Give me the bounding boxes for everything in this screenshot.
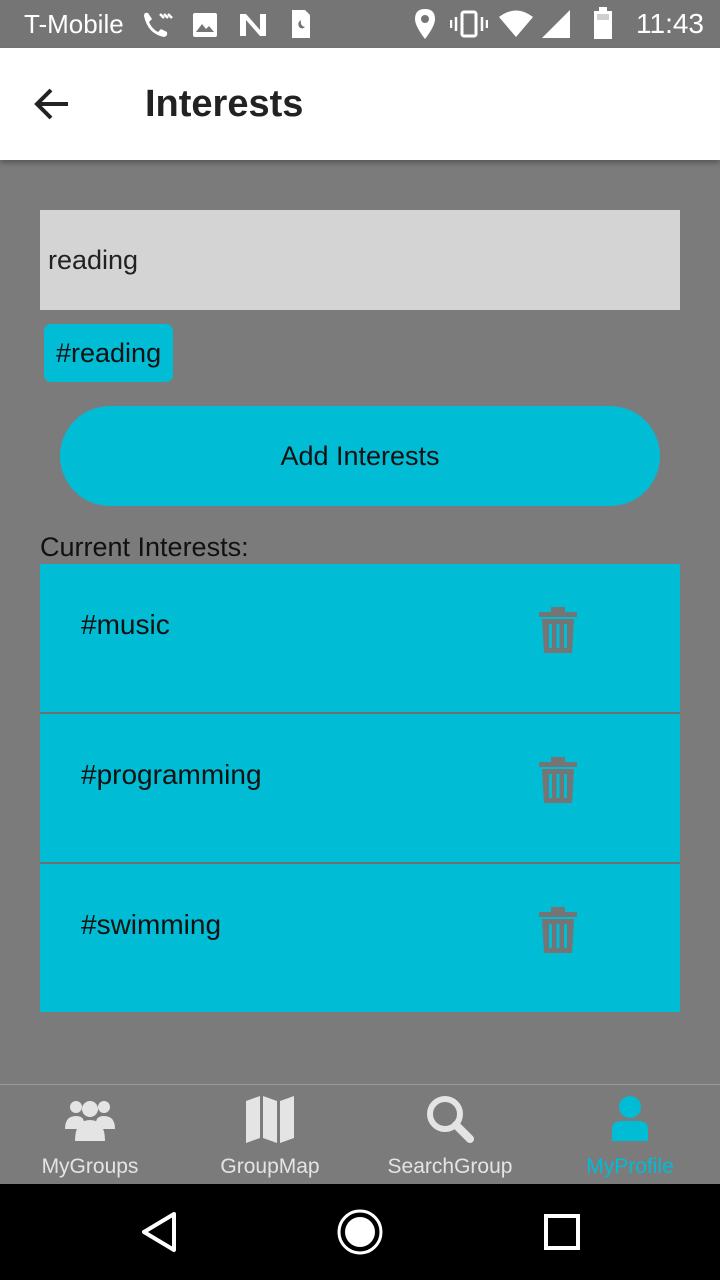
vibrate-icon [450,10,488,38]
search-icon [427,1096,474,1143]
clock: 11:43 [636,8,704,39]
interest-label: #music [81,609,170,640]
nav-label: MyGroups [41,1155,139,1178]
page-title: Interests [145,83,304,125]
nav-item-searchgroup[interactable]: SearchGroup [360,1085,540,1185]
interest-list: #music #programming #swimming [40,564,680,1012]
interest-input[interactable] [40,210,680,310]
n-notification-icon [240,14,266,36]
app-bar: Interests [0,48,720,160]
trash-icon[interactable] [536,906,580,954]
location-icon [415,9,435,39]
recents-square-icon[interactable] [540,1210,584,1254]
interest-row-programming: #programming [40,714,680,864]
nav-label: GroupMap [220,1155,320,1178]
status-bar: T-Mobile 11:43 [0,0,720,48]
nav-item-mygroups[interactable]: MyGroups [0,1085,180,1185]
nav-item-myprofile[interactable]: MyProfile [540,1085,720,1185]
interest-label: #programming [81,759,262,790]
interest-row-swimming: #swimming [40,864,680,1012]
bottom-nav: MyGroups GroupMap SearchGroup MyProfile [0,1084,720,1185]
interest-row-music: #music [40,564,680,714]
back-triangle-icon[interactable] [138,1210,182,1254]
carrier-name: T-Mobile [24,9,124,39]
signal-icon [542,10,570,38]
system-nav-bar [0,1184,720,1280]
battery-icon [594,7,612,39]
add-interests-button[interactable]: Add Interests [60,406,660,506]
trash-icon[interactable] [536,756,580,804]
sim-card-icon [292,10,310,38]
nav-label: MyProfile [586,1155,674,1178]
nav-item-groupmap[interactable]: GroupMap [180,1085,360,1185]
tag-chip-preview[interactable]: #reading [44,324,174,382]
image-icon [193,13,217,37]
home-circle-icon[interactable] [336,1208,384,1256]
nav-label: SearchGroup [387,1155,513,1178]
interest-label: #swimming [81,909,222,940]
trash-icon[interactable] [536,606,580,654]
person-icon [612,1096,648,1141]
map-icon [246,1096,294,1143]
wifi-icon [499,10,533,37]
arrow-back-icon[interactable] [32,84,72,124]
groups-icon [65,1101,115,1141]
wifi-call-icon [144,12,173,38]
current-interests-label: Current Interests: [40,532,249,562]
